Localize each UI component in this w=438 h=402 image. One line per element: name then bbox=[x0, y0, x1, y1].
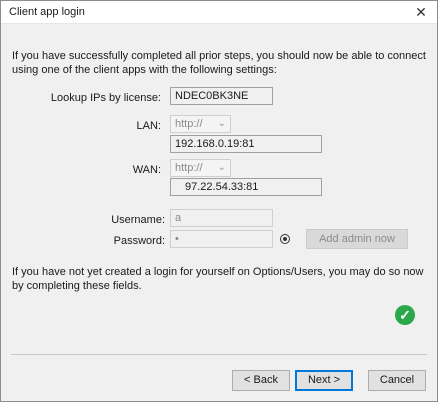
chevron-down-icon: ⌄ bbox=[217, 118, 226, 129]
footer-divider bbox=[11, 354, 427, 355]
next-button[interactable]: Next > bbox=[295, 370, 353, 391]
check-icon: ✓ bbox=[395, 305, 415, 325]
intro-text: If you have successfully completed all p… bbox=[12, 50, 426, 76]
wan-address-field[interactable]: 97.22.54.33:81 bbox=[170, 178, 322, 196]
back-button[interactable]: < Back bbox=[232, 370, 290, 391]
lan-protocol-select[interactable]: http:// ⌄ bbox=[170, 115, 231, 133]
window-title: Client app login bbox=[9, 6, 85, 18]
lookup-label: Lookup IPs by license: bbox=[50, 92, 161, 104]
username-label: Username: bbox=[111, 214, 165, 226]
password-field[interactable]: • bbox=[170, 230, 273, 248]
client-app-login-dialog: Client app login ✕ If you have successfu… bbox=[0, 0, 438, 402]
lan-label: LAN: bbox=[136, 120, 161, 132]
lan-protocol-value: http:// bbox=[175, 118, 203, 130]
lan-address-field[interactable]: 192.168.0.19:81 bbox=[170, 135, 322, 153]
username-field[interactable]: a bbox=[170, 209, 273, 227]
chevron-down-icon: ⌄ bbox=[217, 162, 226, 173]
close-icon[interactable]: ✕ bbox=[413, 4, 429, 20]
title-bar: Client app login ✕ bbox=[1, 1, 437, 24]
wan-label: WAN: bbox=[132, 164, 161, 176]
add-admin-button[interactable]: Add admin now bbox=[306, 229, 408, 249]
note-text: If you have not yet created a login for … bbox=[12, 266, 424, 292]
wan-protocol-value: http:// bbox=[175, 162, 203, 174]
eye-icon[interactable] bbox=[280, 234, 290, 244]
wan-protocol-select[interactable]: http:// ⌄ bbox=[170, 159, 231, 177]
cancel-button[interactable]: Cancel bbox=[368, 370, 426, 391]
license-field[interactable]: NDEC0BK3NE bbox=[170, 87, 273, 105]
password-label: Password: bbox=[113, 235, 165, 247]
